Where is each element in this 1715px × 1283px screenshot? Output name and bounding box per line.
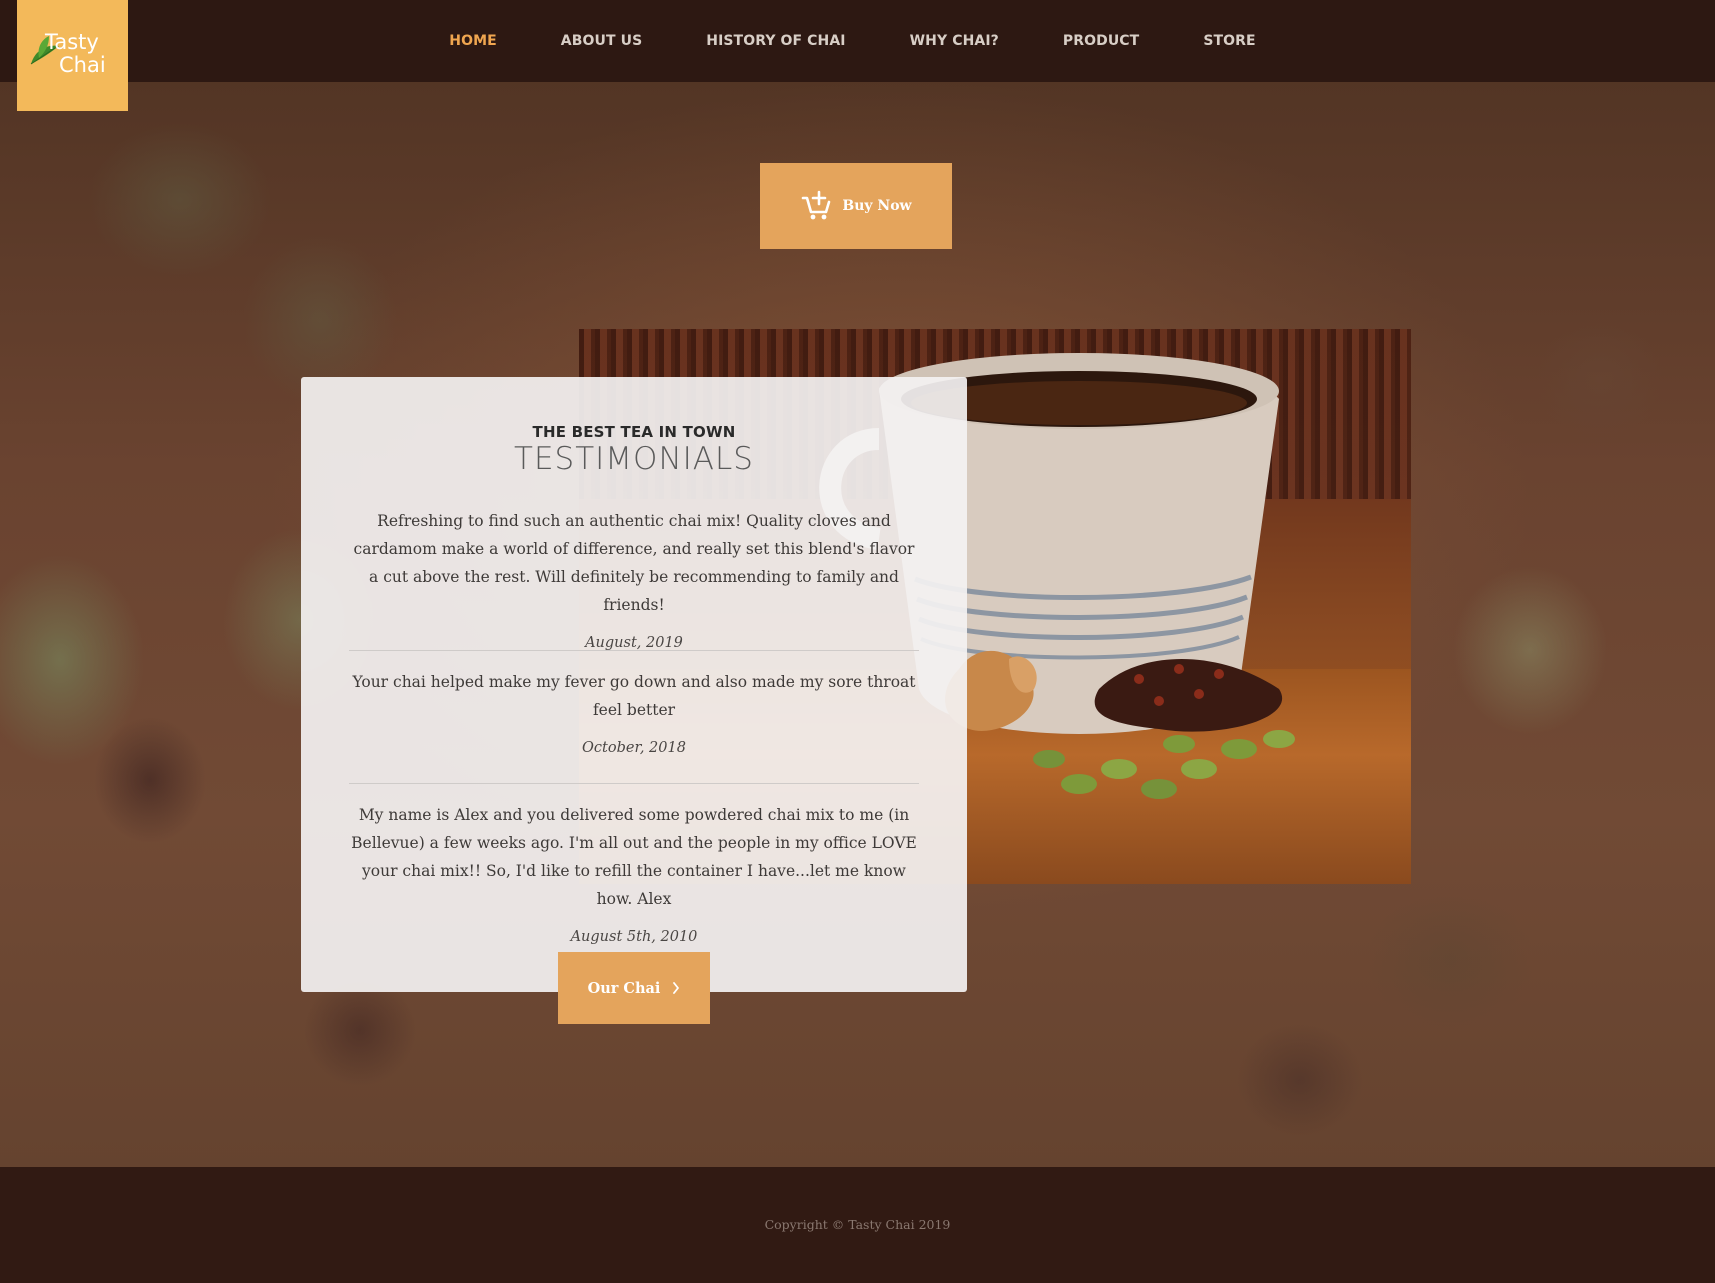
nav-product[interactable]: PRODUCT — [1031, 33, 1171, 49]
nav-about-us[interactable]: ABOUT US — [529, 33, 674, 49]
cart-plus-icon — [802, 190, 831, 220]
testimonial-date: August, 2019 — [585, 635, 683, 651]
logo-word-tasty: Tasty — [45, 30, 99, 54]
testimonial-quote: Refreshing to find such an authentic cha… — [353, 512, 915, 614]
testimonial-date: October, 2018 — [582, 740, 686, 756]
brand-logo[interactable]: Tasty Chai — [17, 0, 128, 111]
nav-history-of-chai[interactable]: HISTORY OF CHAI — [674, 33, 877, 49]
testimonial-divider — [349, 783, 919, 784]
chevron-right-icon — [673, 982, 680, 994]
testimonials-card: THE BEST TEA IN TOWN TESTIMONIALS Refres… — [301, 377, 967, 992]
site-footer: Copyright © Tasty Chai 2019 — [0, 1167, 1715, 1283]
our-chai-button[interactable]: Our Chai — [558, 952, 710, 1024]
testimonial-quote: My name is Alex and you delivered some p… — [351, 806, 917, 908]
testimonials-title: TESTIMONIALS — [514, 441, 754, 477]
nav-home[interactable]: HOME — [417, 33, 529, 49]
buy-now-label: Buy Now — [842, 198, 912, 214]
testimonial-quote: Your chai helped make my fever go down a… — [352, 673, 916, 719]
top-navbar: Tasty Chai HOME ABOUT US HISTORY OF CHAI… — [0, 0, 1715, 111]
main-nav: HOME ABOUT US HISTORY OF CHAI WHY CHAI? … — [0, 0, 1715, 82]
testimonial-item: Refreshing to find such an authentic cha… — [349, 507, 919, 651]
copyright-text: Copyright © Tasty Chai 2019 — [764, 1217, 951, 1232]
testimonial-date: August 5th, 2010 — [570, 929, 698, 945]
testimonials-eyebrow: THE BEST TEA IN TOWN — [532, 423, 736, 441]
testimonial-item: My name is Alex and you delivered some p… — [349, 801, 919, 945]
buy-now-button[interactable]: Buy Now — [760, 163, 952, 249]
nav-why-chai[interactable]: WHY CHAI? — [878, 33, 1031, 49]
our-chai-label: Our Chai — [587, 979, 661, 997]
testimonial-item: Your chai helped make my fever go down a… — [349, 668, 919, 756]
testimonial-divider — [349, 650, 919, 651]
logo-word-chai: Chai — [59, 53, 106, 77]
nav-store[interactable]: STORE — [1171, 33, 1287, 49]
